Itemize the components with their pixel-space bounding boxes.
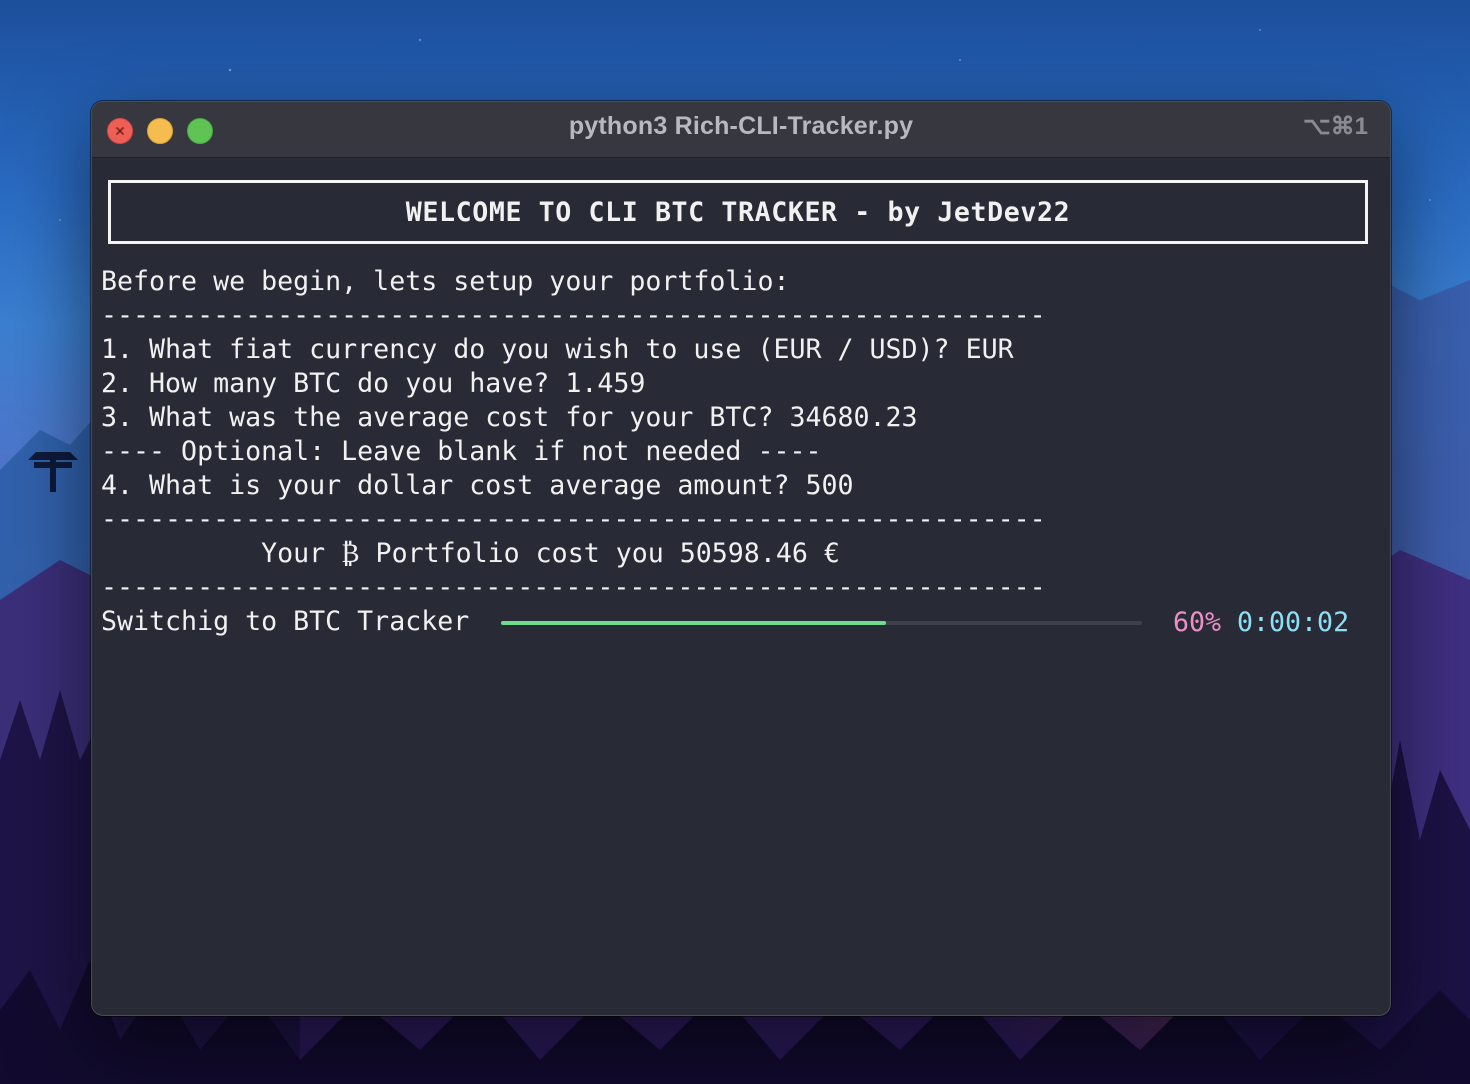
separator-line: ----------------------------------------… [101,300,1046,331]
question-average-cost: 3. What was the average cost for your BT… [101,402,918,433]
progress-bar [501,621,1142,625]
title-bar[interactable]: python3 Rich-CLI-Tracker.py ⌥⌘1 [92,102,1390,158]
separator-line: ----------------------------------------… [101,572,1046,603]
progress-eta: 0:00:02 [1237,607,1350,638]
question-currency: 1. What fiat currency do you wish to use… [101,334,1014,365]
progress-percent: 60% [1173,607,1222,638]
welcome-banner: WELCOME TO CLI BTC TRACKER - by JetDev22 [108,180,1368,244]
intro-line: Before we begin, lets setup your portfol… [101,266,790,297]
terminal-window: python3 Rich-CLI-Tracker.py ⌥⌘1 WELCOME … [91,101,1391,1016]
progress-label: Switchig to BTC Tracker [101,606,470,637]
optional-header: ---- Optional: Leave blank if not needed… [101,436,822,467]
question-dca-amount: 4. What is your dollar cost average amou… [101,470,854,501]
question-btc-amount: 2. How many BTC do you have? 1.459 [101,368,646,399]
window-title: python3 Rich-CLI-Tracker.py [568,112,914,140]
separator-line: ----------------------------------------… [101,504,1046,535]
terminal-output[interactable]: WELCOME TO CLI BTC TRACKER - by JetDev22… [92,158,1390,1015]
window-shortcut: ⌥⌘1 [1302,113,1368,140]
progress-bar-fill [501,621,886,625]
portfolio-cost-line: Your ₿ Portfolio cost you 50598.46 € [101,538,840,569]
